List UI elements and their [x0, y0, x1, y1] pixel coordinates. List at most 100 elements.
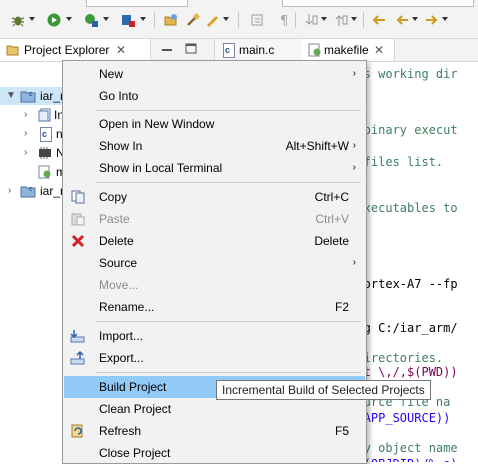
forward-dropdown-icon[interactable] [442, 17, 448, 21]
stop-dropdown-icon[interactable] [140, 17, 146, 21]
makefile-icon [38, 165, 51, 179]
tab-main-c[interactable]: c main.c [214, 39, 304, 61]
menu-item-label: Export... [99, 351, 144, 365]
previous-annotation-icon[interactable] [334, 13, 348, 27]
menu-item-label: New [99, 67, 124, 81]
run-icon[interactable] [47, 13, 61, 27]
menu-item-show-in-terminal[interactable]: Show in Local Terminal › [64, 157, 365, 179]
menu-item-shortcut: F2 [334, 300, 349, 314]
c-file-icon: c [223, 43, 235, 58]
tree-label: In [54, 108, 62, 122]
project-tree: ▼ c iar_r › In › c n › N m › c iar_n [0, 62, 62, 462]
submenu-arrow-icon: › [352, 162, 356, 173]
minimize-icon[interactable] [161, 45, 173, 55]
toolbar-field-right[interactable] [282, 0, 474, 7]
menu-item-import[interactable]: Import... [64, 325, 365, 347]
menu-item-refresh[interactable]: Refresh F5 [64, 420, 365, 442]
tree-item-project[interactable]: ▼ c iar_r [0, 87, 62, 105]
menu-item-label: Close Project [99, 446, 171, 460]
tab-project-explorer[interactable]: Project Explorer ✕ [0, 39, 151, 61]
c-project-folder-icon: c [20, 91, 36, 103]
last-edit-icon[interactable] [372, 13, 386, 27]
run-dropdown-icon[interactable] [66, 17, 72, 21]
menu-item-clean-project[interactable]: Clean Project [64, 398, 365, 420]
submenu-arrow-icon: › [352, 140, 356, 151]
menu-separator [96, 110, 361, 111]
collapsed-arrow-icon[interactable]: › [24, 144, 27, 162]
collapsed-arrow-icon[interactable]: › [24, 106, 27, 124]
menu-separator [96, 372, 361, 373]
menu-item-label: Show In [99, 139, 143, 153]
build-tool-icon[interactable] [186, 13, 200, 27]
makefile-icon [308, 43, 321, 57]
menu-item-move[interactable]: Move... [64, 274, 365, 296]
chip-icon [39, 147, 51, 159]
delete-icon [71, 234, 85, 248]
menu-item-paste[interactable]: Paste Ctrl+V [64, 208, 365, 230]
toolbar-field-left[interactable] [86, 0, 188, 7]
menu-item-go-into[interactable]: Go Into [64, 85, 365, 107]
previous-annotation-dropdown-icon[interactable] [351, 17, 357, 21]
main-toolbar: ¶ [0, 0, 478, 39]
close-icon[interactable]: ✕ [374, 39, 384, 61]
menu-item-label: Source [99, 256, 138, 270]
back-dropdown-icon[interactable] [412, 17, 418, 21]
expanded-arrow-icon[interactable]: ▼ [6, 87, 16, 105]
menu-item-export[interactable]: Export... [64, 347, 365, 369]
menu-item-label: Show in Local Terminal [99, 161, 223, 175]
back-icon[interactable] [395, 13, 409, 27]
svg-text:c: c [29, 186, 33, 193]
toolbar-separator [154, 12, 155, 28]
next-annotation-dropdown-icon[interactable] [321, 17, 327, 21]
menu-item-copy[interactable]: Copy Ctrl+C [64, 186, 365, 208]
debug-dropdown-icon[interactable] [29, 17, 35, 21]
svg-text:¶: ¶ [280, 14, 288, 27]
menu-item-label: Open in New Window [99, 117, 215, 131]
next-annotation-icon[interactable] [304, 13, 318, 27]
close-icon[interactable]: ✕ [116, 39, 126, 61]
collapsed-arrow-icon[interactable]: › [24, 125, 27, 143]
menu-item-shortcut: F5 [334, 424, 349, 438]
menu-item-open-new-window[interactable]: Open in New Window [64, 113, 365, 135]
run-config-icon[interactable] [84, 13, 98, 27]
stop-icon[interactable] [121, 13, 135, 27]
menu-item-source[interactable]: Source › [64, 252, 365, 274]
tab-label: Project Explorer [24, 43, 110, 57]
menu-item-close-project[interactable]: Close Project [64, 442, 365, 464]
menu-separator [96, 321, 361, 322]
run-config-dropdown-icon[interactable] [103, 17, 109, 21]
toggle-icon[interactable] [251, 13, 265, 27]
tab-label: main.c [239, 43, 275, 57]
tab-makefile[interactable]: makefile ✕ [302, 39, 395, 61]
refresh-icon [71, 424, 83, 438]
collapsed-arrow-icon[interactable]: › [8, 182, 11, 200]
menu-item-label: Copy [99, 190, 128, 204]
menu-item-label: Rename... [99, 300, 155, 314]
menu-item-label: Move... [99, 278, 139, 292]
paragraph-icon[interactable]: ¶ [277, 13, 291, 27]
svg-text:c: c [29, 91, 33, 98]
menu-item-rename[interactable]: Rename... F2 [64, 296, 365, 318]
paste-icon [71, 213, 85, 226]
c-file-icon: c [40, 127, 52, 142]
export-icon [70, 351, 85, 365]
import-icon [70, 330, 85, 343]
open-folder-icon[interactable] [164, 13, 178, 27]
menu-item-shortcut: Alt+Shift+W [285, 139, 349, 153]
forward-icon[interactable] [425, 13, 439, 27]
pencil-icon[interactable] [205, 13, 219, 27]
maximize-icon[interactable] [185, 43, 197, 55]
menu-item-new[interactable]: New › [64, 63, 365, 85]
menu-item-label: Go Into [99, 89, 139, 103]
menu-item-label: Import... [99, 329, 144, 343]
menu-item-label: Build Project [99, 380, 167, 394]
c-project-folder-icon: c [20, 186, 36, 198]
menu-item-show-in[interactable]: Show In Alt+Shift+W › [64, 135, 365, 157]
menu-item-delete[interactable]: Delete Delete [64, 230, 365, 252]
debug-icon[interactable] [11, 13, 25, 27]
pencil-dropdown-icon[interactable] [223, 17, 229, 21]
toolbar-separator [295, 12, 296, 28]
context-menu: New › Go Into Open in New Window Show In… [62, 60, 367, 464]
tooltip: Incremental Build of Selected Projects [216, 380, 431, 400]
includes-icon [38, 108, 51, 122]
